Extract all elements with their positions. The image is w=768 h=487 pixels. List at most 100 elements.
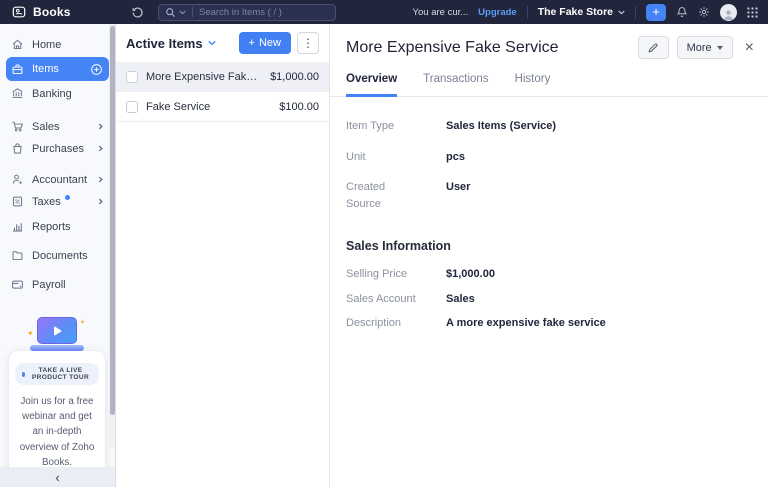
tab-history[interactable]: History: [515, 73, 551, 97]
scrollbar-thumb[interactable]: [110, 26, 115, 416]
app-brand[interactable]: Books: [0, 5, 115, 19]
item-row[interactable]: More Expensive Fake Service $1,000.00: [116, 62, 329, 92]
chevron-right-icon: [97, 176, 104, 183]
accountant-person-icon: [11, 173, 24, 186]
sidebar-item-purchases[interactable]: Purchases: [8, 138, 107, 159]
divider: [526, 5, 528, 19]
item-price: $100.00: [279, 100, 319, 113]
plus-icon: +: [652, 4, 660, 19]
edit-button[interactable]: [637, 36, 669, 59]
row-checkbox[interactable]: [126, 100, 138, 113]
tab-transactions[interactable]: Transactions: [423, 73, 488, 97]
notification-dot: [64, 195, 70, 200]
more-button[interactable]: More: [676, 36, 733, 59]
field-value: Sales: [446, 292, 475, 305]
blue-dot-icon: [22, 371, 26, 377]
bag-icon: [11, 142, 24, 155]
chevron-down-icon: [207, 40, 216, 46]
bank-icon: [11, 87, 24, 100]
list-more-options-button[interactable]: ⋮: [297, 32, 319, 54]
item-detail-panel: More Expensive Fake Service More × Overv…: [330, 24, 768, 487]
pencil-icon: [647, 42, 659, 54]
item-price: $1,000.00: [270, 70, 319, 83]
field-row: Item Type Sales Items (Service): [346, 118, 752, 135]
payroll-card-icon: [11, 278, 24, 291]
sidebar-item-taxes[interactable]: Taxes: [8, 191, 107, 212]
quick-create-button[interactable]: +: [646, 3, 666, 21]
field-row: Unit pcs: [346, 149, 752, 166]
org-name: The Fake Store: [537, 6, 613, 18]
sidebar-item-sales[interactable]: Sales: [8, 116, 107, 137]
search-divider: [192, 7, 193, 17]
sparkle-icon: ✦: [79, 320, 85, 326]
org-switcher[interactable]: The Fake Store: [538, 6, 625, 18]
settings-gear-icon[interactable]: [698, 6, 710, 18]
search-input[interactable]: [199, 6, 329, 18]
recent-activity-icon[interactable]: [131, 6, 144, 19]
sidebar-item-documents[interactable]: Documents: [8, 245, 107, 266]
search-icon[interactable]: [165, 7, 176, 18]
sidebar: Home Items Banking Sales Purchases Accou…: [0, 24, 115, 487]
sidebar-scrollbar[interactable]: [109, 24, 115, 447]
field-label: Description: [346, 317, 402, 329]
new-item-button[interactable]: + New: [238, 32, 291, 54]
field-row: Sales Account Sales: [346, 291, 752, 308]
folder-icon: [11, 249, 24, 262]
add-item-icon[interactable]: [90, 63, 103, 76]
close-icon[interactable]: ×: [745, 39, 754, 56]
sidebar-item-home[interactable]: Home: [8, 34, 107, 55]
items-list-panel: Active Items + New ⋮ More Expensive Fake…: [115, 24, 330, 487]
items-icon: [11, 63, 24, 76]
notifications-bell-icon[interactable]: [676, 6, 688, 18]
collapse-chevron-icon: ‹: [55, 469, 60, 485]
row-checkbox[interactable]: [126, 70, 138, 83]
home-icon: [11, 38, 24, 51]
field-label: Sales Account: [346, 292, 416, 305]
upgrade-link[interactable]: Upgrade: [478, 7, 517, 18]
item-row[interactable]: Fake Service $100.00: [116, 92, 329, 122]
divider: [635, 5, 636, 19]
cart-icon: [11, 120, 24, 133]
caret-down-icon: [716, 45, 723, 50]
bar-chart-icon: [11, 220, 24, 233]
chevron-right-icon: [97, 198, 104, 205]
field-value: $1,000.00: [446, 268, 495, 280]
topbar-right: You are cur... Upgrade The Fake Store +: [413, 3, 768, 21]
app-body: Home Items Banking Sales Purchases Accou…: [0, 24, 768, 487]
field-label: Created Source: [346, 181, 386, 210]
sparkle-icon: ✦: [27, 329, 34, 338]
sidebar-item-accountant[interactable]: Accountant: [8, 169, 107, 190]
field-value: pcs: [446, 150, 465, 163]
list-filter-dropdown[interactable]: Active Items: [126, 36, 216, 51]
sidebar-item-items[interactable]: Items: [6, 57, 109, 81]
sidebar-nav: Home Items Banking Sales Purchases Accou…: [0, 24, 115, 467]
sidebar-item-payroll[interactable]: Payroll: [8, 274, 107, 295]
detail-actions: More ×: [637, 36, 754, 59]
field-row: Description A more expensive fake servic…: [346, 315, 752, 332]
sidebar-item-banking[interactable]: Banking: [8, 83, 107, 104]
detail-header: More Expensive Fake Service More ×: [330, 24, 768, 59]
tab-overview[interactable]: Overview: [346, 73, 398, 97]
plus-icon: +: [248, 37, 255, 49]
field-value: User: [446, 181, 471, 193]
chevron-right-icon: [97, 145, 104, 152]
vertical-dots-icon: ⋮: [302, 36, 314, 50]
detail-tabs: Overview Transactions History: [330, 73, 768, 97]
overview-content: Item Type Sales Items (Service) Unit pcs…: [330, 97, 768, 332]
search-scope-caret-icon[interactable]: [179, 10, 186, 15]
list-header: Active Items + New ⋮: [116, 24, 329, 62]
field-value: Sales Items (Service): [446, 120, 557, 132]
apps-grid-icon[interactable]: [747, 6, 758, 18]
sales-information-heading: Sales Information: [346, 239, 451, 253]
field-label: Item Type: [346, 120, 395, 132]
user-avatar[interactable]: [720, 3, 737, 21]
field-label: Unit: [346, 150, 366, 163]
product-tour-badge[interactable]: TAKE A LIVE PRODUCT TOUR: [15, 363, 99, 385]
field-row: Selling Price $1,000.00: [346, 266, 752, 283]
sidebar-collapse-button[interactable]: ‹: [0, 467, 115, 487]
field-row: Created Source User: [346, 179, 752, 212]
webinar-text: Join us for a free webinar and get an in…: [19, 396, 95, 467]
topbar: Books You are cur... Upgrade The Fake St…: [0, 0, 768, 24]
item-name: Fake Service: [146, 100, 211, 113]
sidebar-item-reports[interactable]: Reports: [8, 216, 107, 237]
